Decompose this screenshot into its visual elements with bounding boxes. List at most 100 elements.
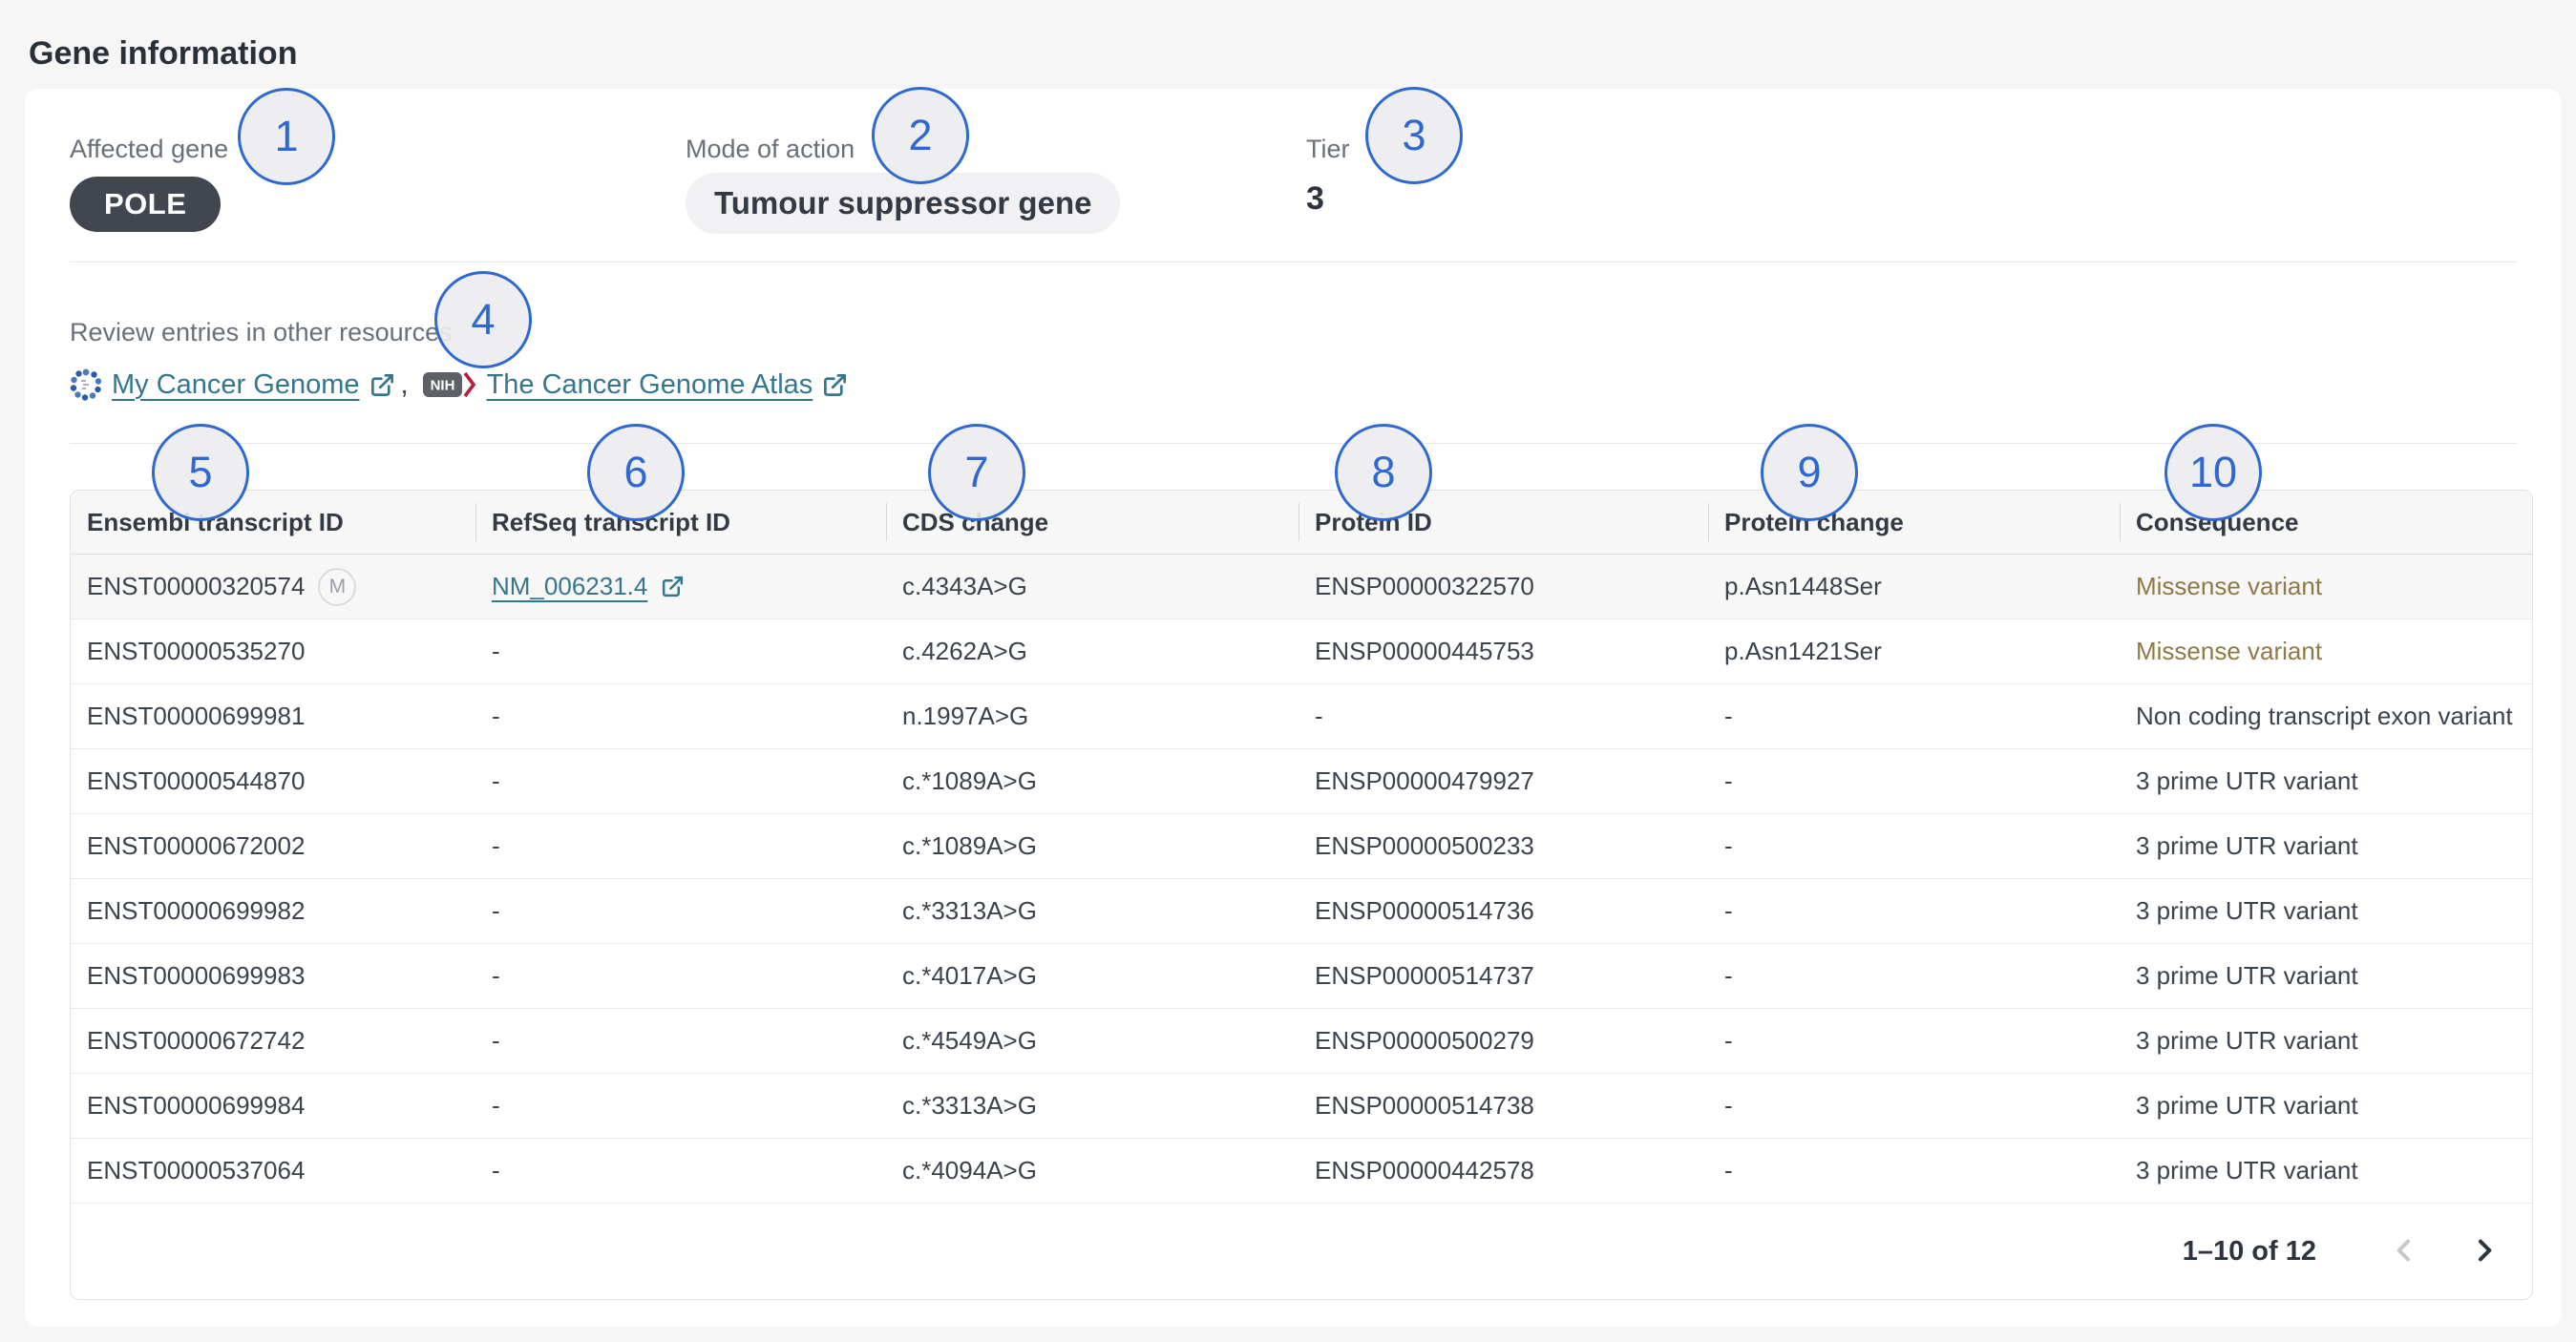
protein-id-cell: ENSP00000442578 [1299,1156,1708,1185]
ensembl-transcript-id-cell: ENST00000320574M [71,568,475,606]
cds-change-cell: c.4343A>G [886,572,1299,601]
protein-change-cell: p.Asn1448Ser [1708,572,2120,601]
consequence-cell: Missense variant [2120,572,2532,601]
refseq-value: - [492,896,500,926]
consequence: Missense variant [2136,572,2322,601]
cds-change: c.*3313A>G [902,896,1037,926]
cds-change-cell: c.*3313A>G [886,896,1299,926]
tier-field: Tier 3 [1306,133,1350,218]
protein-change-cell: - [1708,831,2120,861]
protein-id-cell: ENSP00000500279 [1299,1026,1708,1056]
refseq-transcript-id-cell: - [475,766,886,796]
consequence: 3 prime UTR variant [2136,961,2358,991]
ensembl-transcript-id-cell: ENST00000537064 [71,1156,475,1185]
ensembl-transcript-id: ENST00000699981 [87,702,305,731]
ensembl-transcript-id: ENST00000699984 [87,1091,305,1121]
ensembl-transcript-id-cell: ENST00000699982 [71,896,475,926]
refseq-transcript-id-cell: - [475,961,886,991]
table-body: ENST00000320574M NM_006231.4 c.4343A>G ENSP… [71,555,2532,1204]
cds-change: c.4343A>G [902,572,1027,601]
table-row: ENST00000535270 -c.4262A>G ENSP00000445753… [71,619,2532,684]
annotation-circle-4: 4 [434,271,532,368]
annotation-circle-8: 8 [1335,424,1432,521]
ensembl-transcript-id: ENST00000320574 [87,572,305,601]
cds-change: c.*4549A>G [902,1026,1037,1056]
protein-id: ENSP00000514736 [1315,896,1534,926]
consequence: 3 prime UTR variant [2136,1156,2358,1185]
refseq-link[interactable]: NM_006231.4 [492,572,647,601]
protein-id-cell: ENSP00000514738 [1299,1091,1708,1121]
refseq-value: - [492,831,500,861]
consequence-cell: 3 prime UTR variant [2120,1026,2532,1056]
protein-change-cell: - [1708,1156,2120,1185]
annotation-circle-1: 1 [238,88,335,185]
cds-change-cell: c.*1089A>G [886,766,1299,796]
refseq-transcript-id-cell: - [475,637,886,666]
cds-change-cell: n.1997A>G [886,702,1299,731]
refseq-transcript-id-cell: - [475,702,886,731]
gene-info-card: Affected gene POLE Mode of action Tumour… [25,89,2562,1327]
protein-id: ENSP00000500233 [1315,831,1534,861]
refseq-transcript-id-cell: NM_006231.4 [475,572,886,601]
external-link-icon [370,372,395,398]
ensembl-transcript-id-cell: ENST00000535270 [71,637,475,666]
cds-change: c.*4094A>G [902,1156,1037,1185]
ensembl-transcript-id: ENST00000672002 [87,831,305,861]
table-row: ENST00000320574MNM_006231.4c.4343A>GENSP… [71,555,2532,619]
protein-id-cell: - [1299,702,1708,731]
table-header-row: Ensembl transcript IDRefSeq transcript I… [71,491,2532,555]
consequence-cell: 3 prime UTR variant [2120,896,2532,926]
consequence: 3 prime UTR variant [2136,1091,2358,1121]
resources-label: Review entries in other resources [70,318,453,347]
refseq-value: - [492,702,500,731]
the-cancer-genome-atlas-link[interactable]: The Cancer Genome Atlas [487,369,813,401]
consequence: Missense variant [2136,637,2322,666]
cds-change-cell: c.*3313A>G [886,1091,1299,1121]
annotation-circle-5: 5 [152,424,249,521]
annotation-circle-2: 2 [872,87,969,184]
refseq-transcript-id-cell: - [475,1091,886,1121]
my-cancer-genome-link[interactable]: My Cancer Genome [112,369,360,401]
protein-change-cell: - [1708,961,2120,991]
cds-change-cell: c.*4094A>G [886,1156,1299,1185]
cds-change: c.*1089A>G [902,766,1037,796]
refseq-value: - [492,961,500,991]
protein-change-cell: - [1708,702,2120,731]
ensembl-transcript-id: ENST00000699983 [87,961,305,991]
protein-id: ENSP00000500279 [1315,1026,1534,1056]
cds-change: c.4262A>G [902,637,1027,666]
pagination-next-button[interactable] [2465,1232,2503,1270]
cds-change: c.*1089A>G [902,831,1037,861]
annotation-circle-6: 6 [587,424,685,521]
ensembl-transcript-id-cell: ENST00000699983 [71,961,475,991]
protein-id-cell: ENSP00000445753 [1299,637,1708,666]
table-row: ENST00000672742 - c.*4549A>G ENSP0000050027… [71,1009,2532,1074]
protein-change-cell: - [1708,1026,2120,1056]
protein-id-cell: ENSP00000514737 [1299,961,1708,991]
protein-change-cell: - [1708,766,2120,796]
tier-value: 3 [1306,180,1350,218]
consequence-cell: 3 prime UTR variant [2120,831,2532,861]
ensembl-transcript-id-cell: ENST00000544870 [71,766,475,796]
pagination-prev-button[interactable] [2385,1232,2423,1270]
ensembl-transcript-id: ENST00000535270 [87,637,305,666]
table-row: ENST00000699981-n.1997A>G--Non coding tr… [71,684,2532,749]
consequence-cell: 3 prime UTR variant [2120,1091,2532,1121]
consequence: Non coding transcript exon variant [2136,702,2513,731]
protein-change: - [1724,1026,1733,1056]
cds-change: c.*4017A>G [902,961,1037,991]
consequence-cell: 3 prime UTR variant [2120,766,2532,796]
table-pagination: 1–10 of 12 [71,1204,2532,1299]
mode-of-action-value: Tumour suppressor gene [686,173,1120,234]
protein-id: ENSP00000514738 [1315,1091,1534,1121]
ensembl-transcript-id: ENST00000537064 [87,1156,305,1185]
refseq-transcript-id-cell: - [475,896,886,926]
cds-change-cell: c.4262A>G [886,637,1299,666]
refseq-value: - [492,1091,500,1121]
table-row: ENST00000699982-c.*3313A>GENSP0000051473… [71,879,2532,944]
protein-id-cell: ENSP00000500233 [1299,831,1708,861]
refseq-transcript-id-cell: - [475,1156,886,1185]
protein-change: - [1724,896,1733,926]
column-header: RefSeq transcript ID [475,491,886,554]
ensembl-transcript-id: ENST00000672742 [87,1026,305,1056]
